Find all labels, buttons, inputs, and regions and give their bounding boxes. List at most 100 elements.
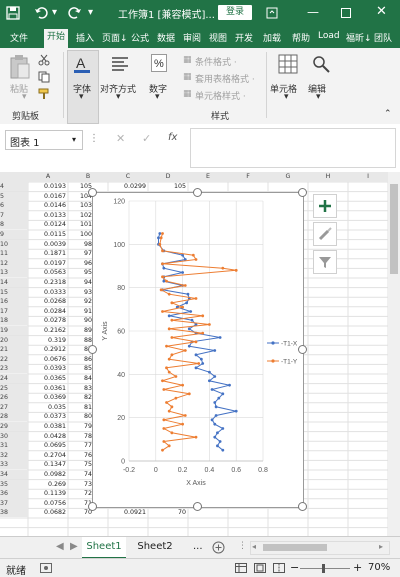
tab-file[interactable]: 文件 [10, 31, 28, 44]
column-header[interactable]: G [268, 172, 308, 182]
resize-handle[interactable] [88, 188, 97, 197]
cell-b[interactable]: 91 [68, 307, 92, 316]
row-header[interactable]: 34 [0, 470, 28, 479]
row-header[interactable]: 31 [0, 441, 28, 451]
more-sheets-button[interactable]: ... [193, 541, 203, 552]
paste-icon[interactable] [9, 54, 31, 80]
scatter-chart[interactable]: 020406080100120-0.2 0 0.2 0.4 0.6 0.8X AxisY … [93, 193, 303, 507]
font-icon[interactable]: A [73, 54, 91, 74]
cell-a[interactable]: 0.0365 [30, 374, 66, 383]
row-header[interactable]: 16 [0, 297, 28, 307]
resize-handle[interactable] [88, 345, 97, 354]
normal-view-icon[interactable] [235, 563, 247, 573]
cell-a[interactable]: 0.0756 [30, 499, 66, 508]
undo-icon[interactable] [34, 6, 48, 20]
cell-b[interactable]: 73 [68, 480, 92, 489]
cell-d[interactable]: 105 [148, 182, 186, 191]
cell-a[interactable]: 0.0428 [30, 432, 66, 441]
row-header[interactable]: 6 [0, 201, 28, 211]
zoom-slider-thumb[interactable] [322, 564, 325, 573]
resize-handle[interactable] [298, 188, 307, 197]
cell-b[interactable]: 93 [68, 288, 92, 297]
cell-b[interactable]: 89 [68, 326, 92, 335]
zoom-level[interactable]: 70% [368, 562, 390, 573]
cell-a[interactable]: 0.0278 [30, 316, 66, 325]
number-format-icon[interactable]: % [151, 54, 167, 72]
close-icon[interactable]: ✕ [376, 4, 387, 19]
sheet-tab-sheet1[interactable]: Sheet1 [82, 537, 126, 559]
row-header[interactable]: 11 [0, 249, 28, 259]
cell-a[interactable]: 0.2912 [30, 345, 66, 354]
cell-b[interactable]: 97 [68, 249, 92, 258]
row-header[interactable]: 15 [0, 287, 28, 297]
macro-record-icon[interactable] [40, 563, 52, 573]
alignment-dropdown-icon[interactable]: ▾ [116, 92, 121, 102]
cell-b[interactable]: 72 [68, 489, 92, 498]
cell-b[interactable]: 75 [68, 460, 92, 469]
cell-b[interactable]: 80 [68, 412, 92, 421]
tab-addins[interactable]: 加载 [263, 31, 281, 44]
cell-b[interactable]: 83 [68, 384, 92, 393]
cell-a[interactable]: 0.0676 [30, 355, 66, 364]
cell-a[interactable]: 0.0115 [30, 230, 66, 239]
cell-c[interactable]: 0.0921 [108, 508, 146, 517]
chart-elements-button[interactable] [313, 194, 337, 218]
row-header[interactable]: 10 [0, 239, 28, 249]
row-header[interactable]: 21 [0, 345, 28, 355]
row-header[interactable]: 30 [0, 431, 28, 441]
cell-b[interactable]: 79 [68, 422, 92, 431]
cell-b[interactable]: 77 [68, 441, 92, 450]
vertical-scrollbar[interactable] [388, 172, 400, 536]
column-header[interactable]: A [28, 172, 68, 182]
cell-a[interactable]: 0.269 [30, 480, 66, 489]
column-header[interactable]: B [68, 172, 108, 182]
row-header[interactable]: 8 [0, 220, 28, 230]
tab-home[interactable]: 开始 [44, 29, 69, 48]
cell-a[interactable]: 0.0167 [30, 192, 66, 201]
cell-a[interactable]: 0.0124 [30, 220, 66, 229]
cell-b[interactable]: 101 [68, 220, 92, 229]
row-header[interactable]: 33 [0, 460, 28, 470]
cell-b[interactable]: 92 [68, 297, 92, 306]
row-header[interactable]: 9 [0, 230, 28, 239]
row-header[interactable]: 18 [0, 316, 28, 326]
name-box-dropdown-icon[interactable]: ▾ [72, 135, 76, 144]
tab-insert[interactable]: 插入 [76, 31, 94, 44]
copy-icon[interactable] [38, 71, 52, 83]
row-header[interactable]: 37 [0, 498, 28, 508]
cell-a[interactable]: 0.0193 [30, 182, 66, 191]
column-header[interactable]: F [228, 172, 268, 182]
cell-b[interactable]: 86 [68, 355, 92, 364]
insert-function-icon[interactable]: fx [168, 132, 177, 143]
tab-foxit[interactable]: 福昕↓ [346, 31, 372, 44]
cell-b[interactable]: 84 [68, 374, 92, 383]
cell-b[interactable]: 88 [68, 336, 92, 345]
cell-a[interactable]: 0.1871 [30, 249, 66, 258]
row-header[interactable]: 23 [0, 364, 28, 374]
row-header[interactable]: 35 [0, 479, 28, 489]
cut-icon[interactable] [38, 54, 50, 66]
tab-help[interactable]: 帮助 [292, 31, 310, 44]
row-header[interactable]: 29 [0, 422, 28, 431]
save-icon[interactable] [6, 6, 20, 20]
scroll-left-icon[interactable]: ◂ [252, 542, 256, 551]
page-break-icon[interactable] [273, 563, 285, 573]
cell-a[interactable]: 0.0268 [30, 297, 66, 306]
cell-c[interactable]: 0.0299 [108, 182, 146, 191]
zoom-out-icon[interactable]: − [290, 561, 299, 574]
column-header[interactable]: I [348, 172, 388, 182]
tab-page-layout[interactable]: 页面↓ [102, 31, 128, 44]
redo-icon[interactable] [68, 6, 82, 20]
cell-a[interactable]: 0.0333 [30, 288, 66, 297]
paste-dropdown-icon[interactable]: ▾ [22, 92, 27, 102]
prev-sheet-icon[interactable]: ◀ [56, 541, 64, 552]
row-header[interactable]: 38 [0, 508, 28, 518]
cell-b[interactable]: 96 [68, 259, 92, 268]
row-header[interactable]: 32 [0, 450, 28, 460]
row-header[interactable]: 5 [0, 191, 28, 201]
row-header[interactable]: 19 [0, 326, 28, 335]
scroll-right-icon[interactable]: ▸ [379, 542, 383, 551]
row-header[interactable]: 28 [0, 412, 28, 422]
cancel-icon[interactable]: ✕ [116, 132, 125, 145]
cell-a[interactable]: 0.2318 [30, 278, 66, 287]
